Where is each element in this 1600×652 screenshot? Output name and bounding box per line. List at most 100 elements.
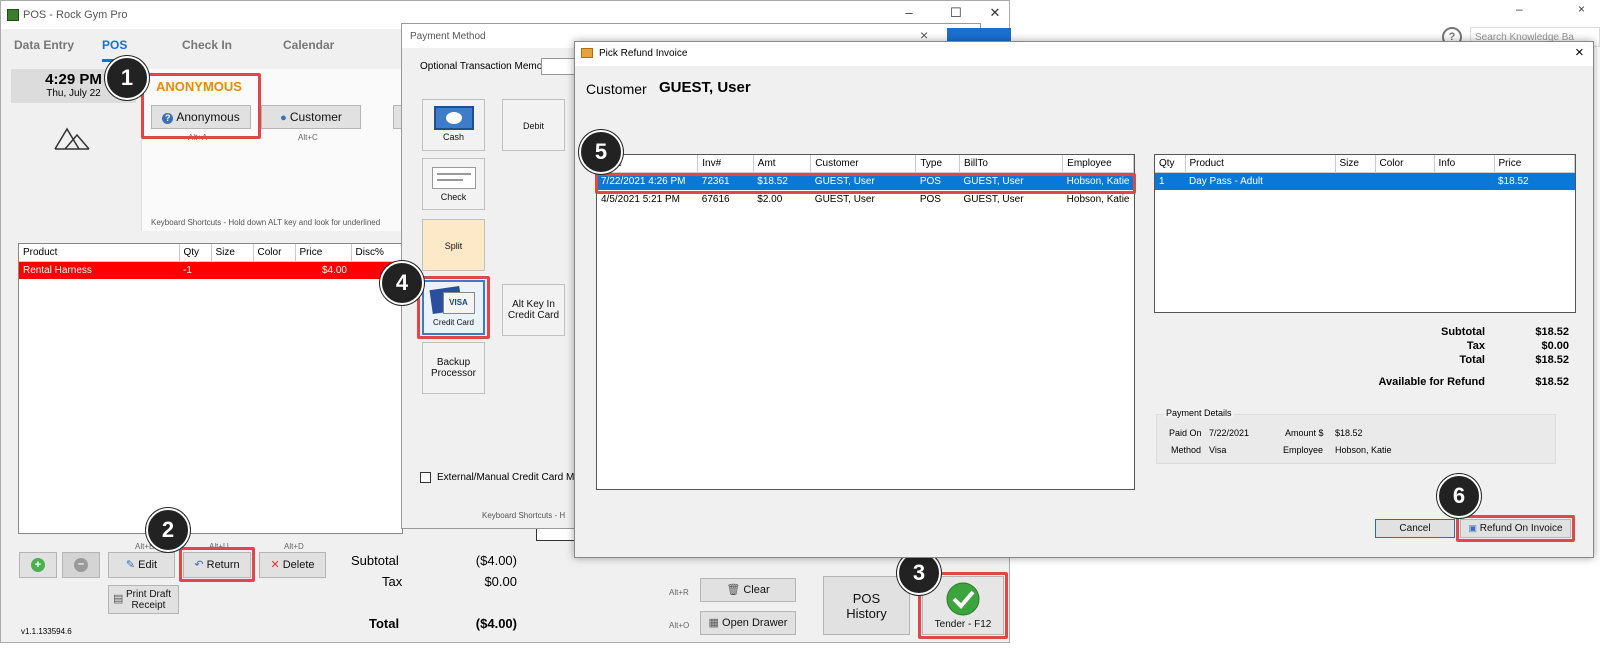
refund-tax-value: $0.00 (1541, 340, 1569, 352)
payment-partial-panel (536, 529, 576, 541)
column-header[interactable]: Qty (179, 244, 212, 262)
refund-subtotal-value: $18.52 (1535, 326, 1569, 338)
alt-key-in-credit-card-button[interactable]: Alt Key In Credit Card (502, 284, 565, 336)
customer-shortcut-hint: Alt+C (298, 133, 318, 142)
receipt-icon: ▤ (113, 593, 124, 605)
column-header[interactable]: Inv# (697, 155, 754, 173)
tab-calendar[interactable]: Calendar (283, 38, 334, 52)
alt-key-label-line1: Alt Key In (512, 299, 555, 310)
column-header[interactable]: Product (19, 244, 180, 262)
customer-name: GUEST, User (659, 79, 751, 96)
minimize-icon[interactable]: – (899, 5, 919, 20)
remove-button[interactable]: – (62, 552, 100, 578)
customer-button[interactable]: ● Customer (261, 105, 361, 129)
amount-label: Amount $ (1285, 428, 1324, 438)
column-header[interactable]: Price (295, 244, 352, 262)
debit-button[interactable]: Debit (502, 99, 565, 151)
invoices-table[interactable]: Date Inv# Amt Customer Type BillTo Emplo… (596, 154, 1135, 490)
table-row[interactable]: Rental Harness -1 $4.00 (19, 261, 402, 279)
column-header[interactable]: Product (1185, 155, 1336, 173)
table-cell (253, 261, 295, 279)
column-header[interactable]: Info (1434, 155, 1495, 173)
column-header[interactable]: BillTo (959, 155, 1064, 173)
clear-button[interactable]: 🗑 Clear (700, 578, 796, 602)
cash-label: Cash (442, 132, 464, 142)
refund-tax-label: Tax (1466, 340, 1485, 352)
total-label: Total (369, 616, 400, 631)
drawer-icon: ▦ (708, 617, 719, 629)
column-header[interactable]: Color (253, 244, 296, 262)
table-cell: 1 (1159, 175, 1165, 187)
table-header-row: Date Inv# Amt Customer Type BillTo Emplo… (597, 155, 1134, 173)
pos-history-button[interactable]: POS History (823, 576, 910, 635)
paid-on-label: Paid On (1169, 428, 1202, 438)
subtotal-label: Subtotal (351, 553, 399, 568)
add-button[interactable]: + (19, 552, 57, 578)
check-button[interactable]: Check (422, 158, 485, 210)
backup-label-line2: Processor (430, 368, 476, 379)
callout-box-anonymous (141, 73, 261, 139)
column-header[interactable]: Size (1335, 155, 1376, 173)
edit-button[interactable]: ✎ Edit (108, 552, 175, 578)
delete-button[interactable]: ✕ Delete (259, 552, 326, 578)
tab-check-in[interactable]: Check In (182, 38, 232, 52)
backup-processor-button[interactable]: Backup Processor (422, 342, 485, 394)
trash-icon: 🗑 (726, 584, 741, 596)
close-icon[interactable]: ✕ (985, 5, 1005, 21)
table-cell: -1 (183, 264, 192, 276)
column-header[interactable]: Customer (810, 155, 917, 173)
external-mode-label: External/Manual Credit Card Mode (437, 472, 591, 483)
table-cell: $18.52 (1498, 175, 1529, 187)
clear-shortcut-hint: Alt+R (669, 588, 689, 597)
callout-box-credit-card (417, 276, 490, 339)
external-mode-checkbox[interactable] (420, 472, 431, 483)
window-title: POS - Rock Gym Pro (23, 9, 128, 21)
person-icon: ● (280, 112, 287, 124)
minimize-icon[interactable]: – (1516, 2, 1523, 16)
tax-label: Tax (382, 574, 403, 589)
table-cell (211, 261, 253, 279)
line-items-table[interactable]: Product Qty Size Color Price Disc% Renta… (18, 243, 403, 534)
print-draft-receipt-button[interactable]: ▤ Print Draft Receipt (108, 585, 179, 614)
table-row-selected[interactable]: 1 Day Pass - Adult $18.52 (1155, 172, 1575, 190)
open-drawer-shortcut-hint: Alt+O (669, 621, 690, 630)
column-header[interactable]: Size (211, 244, 254, 262)
memo-label: Optional Transaction Memo (420, 61, 543, 72)
refund-titlebar: Pick Refund Invoice × (575, 42, 1593, 66)
cash-button[interactable]: Cash (422, 99, 485, 151)
debit-label: Debit (522, 121, 544, 131)
column-header[interactable]: Amt (753, 155, 812, 173)
column-header[interactable]: Type (915, 155, 961, 173)
pos-history-label-line1: POS (852, 591, 881, 606)
step-badge-1: 1 (105, 56, 149, 100)
invoice-items-table[interactable]: Qty Product Size Color Info Price 1 Day … (1154, 154, 1576, 313)
pos-history-label-line2: History (846, 606, 887, 621)
cancel-button[interactable]: Cancel (1375, 519, 1455, 538)
method-value: Visa (1209, 445, 1227, 455)
close-icon[interactable]: × (1578, 2, 1585, 16)
close-icon[interactable]: × (1575, 44, 1584, 61)
backup-label-line1: Backup (436, 357, 471, 368)
payment-details-group (1156, 414, 1556, 464)
column-header[interactable]: Color (1375, 155, 1435, 173)
minus-icon: – (74, 558, 88, 572)
column-header[interactable]: Disc% (351, 244, 402, 262)
open-drawer-button-label: Open Drawer (722, 617, 788, 629)
tax-value: $0.00 (484, 574, 517, 589)
column-header[interactable]: Qty (1155, 155, 1186, 173)
open-drawer-button[interactable]: ▦ Open Drawer (700, 611, 796, 635)
edit-button-label: Edit (138, 559, 158, 571)
print-draft-label-line2: Receipt (131, 600, 166, 611)
table-cell: $4.00 (321, 264, 347, 276)
split-button[interactable]: Split (422, 219, 485, 271)
tab-data-entry[interactable]: Data Entry (14, 38, 74, 52)
column-header[interactable]: Employee (1062, 155, 1134, 173)
callout-box-invoice-row (595, 173, 1136, 194)
maximize-icon[interactable]: ☐ (946, 5, 966, 21)
column-header[interactable]: Price (1494, 155, 1575, 173)
delete-shortcut-hint: Alt+D (284, 542, 304, 551)
refund-subtotal-label: Subtotal (1441, 326, 1485, 338)
employee-value: Hobson, Katie (1335, 445, 1392, 455)
customer-label: Customer (586, 81, 647, 97)
check-icon (431, 167, 476, 189)
